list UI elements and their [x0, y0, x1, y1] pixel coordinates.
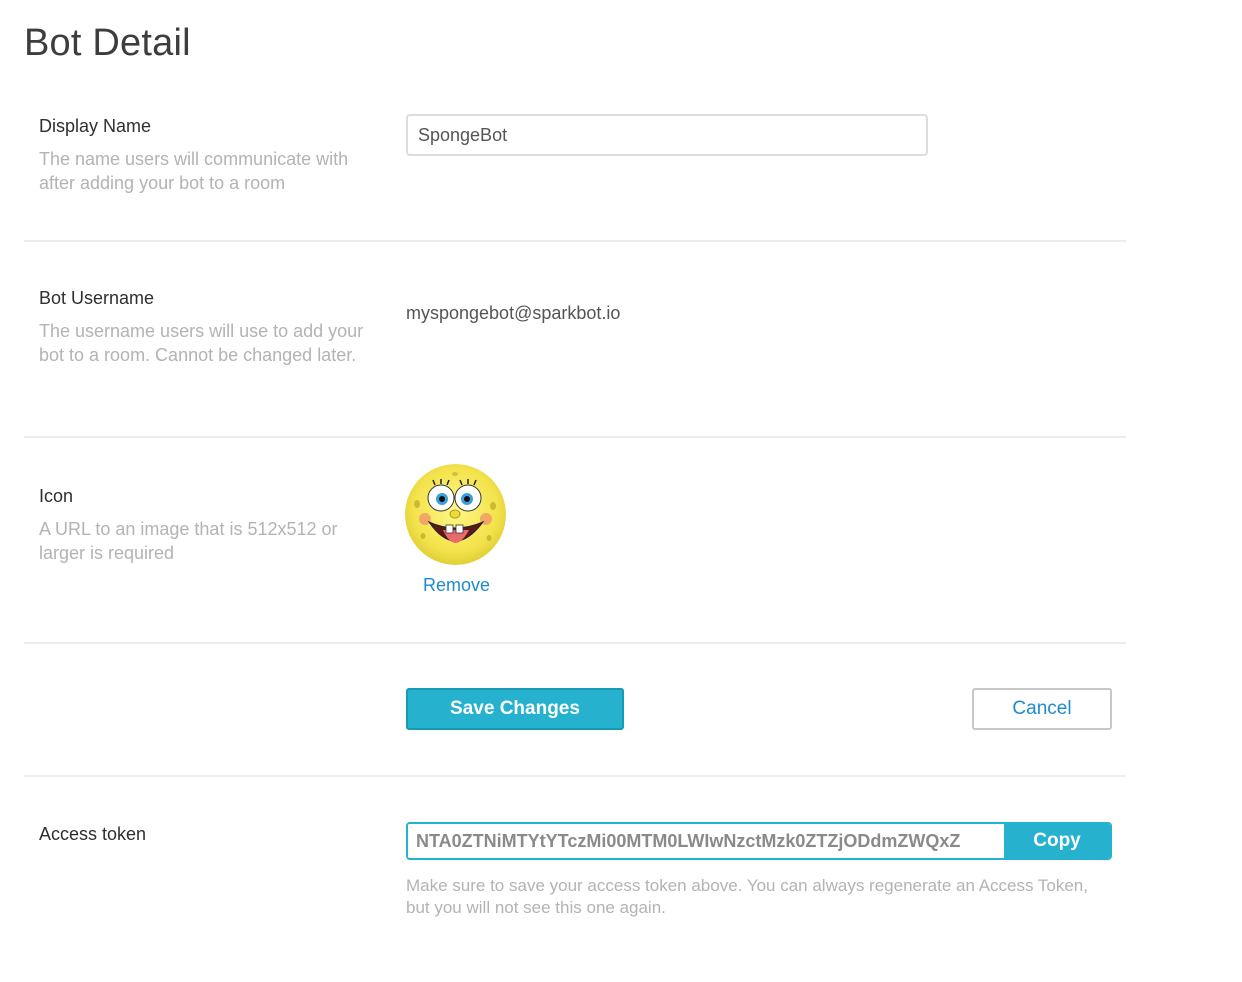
page-title: Bot Detail	[24, 22, 191, 64]
icon-description: A URL to an image that is 512x512 or lar…	[39, 519, 338, 563]
bot-avatar	[405, 464, 506, 565]
spongebob-avatar-icon	[405, 464, 506, 565]
cancel-button[interactable]: Cancel	[972, 688, 1112, 730]
bot-username-description: The username users will use to add your …	[39, 321, 364, 365]
display-name-label: Display Name	[39, 116, 152, 136]
section-divider	[24, 240, 1126, 242]
section-divider	[24, 642, 1126, 644]
section-divider	[24, 436, 1126, 438]
save-changes-button[interactable]: Save Changes	[406, 688, 624, 730]
access-token-field[interactable]	[408, 824, 1004, 858]
bot-detail-page: Bot Detail Display Name The name users w…	[0, 0, 1242, 982]
icon-label: Icon	[39, 486, 74, 506]
access-token-label: Access token	[39, 824, 147, 844]
copy-token-button[interactable]: Copy	[1004, 824, 1110, 858]
display-name-description: The name users will communicate with aft…	[39, 149, 349, 193]
section-divider	[24, 775, 1126, 777]
access-token-note: Make sure to save your access token abov…	[406, 876, 1088, 917]
bot-username-value: myspongebot@sparkbot.io	[406, 303, 621, 323]
remove-icon-link[interactable]: Remove	[423, 575, 490, 596]
access-token-group: Copy	[406, 822, 1112, 860]
bot-username-label: Bot Username	[39, 288, 155, 308]
display-name-input[interactable]	[406, 114, 928, 156]
